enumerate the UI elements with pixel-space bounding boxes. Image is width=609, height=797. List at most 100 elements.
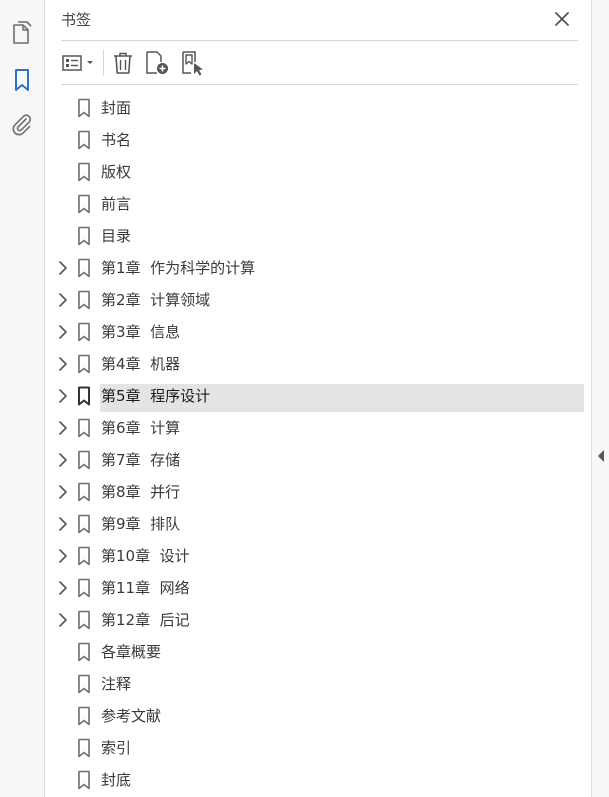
bookmark-item[interactable]: 第9章 排队 (46, 508, 591, 540)
bookmark-item[interactable]: 第6章 计算 (46, 412, 591, 444)
bookmark-label: 第3章 信息 (101, 323, 181, 341)
chevron-right-icon[interactable] (56, 356, 70, 372)
delete-bookmark-button[interactable] (111, 49, 135, 77)
pages-icon[interactable] (8, 19, 36, 47)
bookmark-item[interactable]: 第3章 信息 (46, 316, 591, 348)
bookmark-item[interactable]: 封面 (46, 92, 591, 124)
panel-title: 书签 (61, 11, 92, 29)
bookmark-icon (77, 674, 91, 694)
bookmark-icon (77, 450, 91, 470)
options-menu-button[interactable] (60, 49, 98, 77)
bookmark-icon (77, 578, 91, 598)
find-current-bookmark-icon (182, 51, 203, 76)
bookmark-list: 封面书名版权前言目录第1章 作为科学的计算 第2章 计算领域 第3章 信息 第4章 机… (46, 92, 591, 796)
close-panel-button[interactable] (552, 9, 572, 29)
find-current-bookmark-button[interactable] (180, 49, 206, 77)
bookmark-label: 注释 (101, 675, 132, 693)
bookmark-label: 目录 (101, 227, 132, 245)
bookmark-icon (77, 642, 91, 662)
bookmark-icon (77, 738, 91, 758)
options-menu-icon (62, 55, 93, 71)
bookmark-label: 前言 (101, 195, 132, 213)
bookmark-label: 索引 (101, 739, 132, 757)
bookmark-icon (77, 354, 91, 374)
bookmark-icon (77, 322, 91, 342)
chevron-right-icon[interactable] (56, 484, 70, 500)
bookmark-label: 第11章 网络 (101, 579, 190, 597)
bookmark-item[interactable]: 前言 (46, 188, 591, 220)
chevron-right-icon[interactable] (56, 580, 70, 596)
bookmark-icon (77, 130, 91, 150)
bookmark-item[interactable]: 第10章 设计 (46, 540, 591, 572)
caret-left-icon (598, 450, 604, 462)
toolbar-divider (103, 50, 104, 76)
bookmark-item[interactable]: 参考文献 (46, 700, 591, 732)
chevron-right-icon[interactable] (56, 260, 70, 276)
bookmark-item[interactable]: 封底 (46, 764, 591, 796)
bookmark-icon (77, 98, 91, 118)
bookmark-label: 封底 (101, 771, 132, 789)
right-panel-strip (591, 0, 609, 797)
bookmark-item[interactable]: 目录 (46, 220, 591, 252)
chevron-right-icon[interactable] (56, 324, 70, 340)
bookmark-item[interactable]: 书名 (46, 124, 591, 156)
bookmark-icon (77, 770, 91, 790)
bookmark-item[interactable]: 版权 (46, 156, 591, 188)
bookmark-label: 第10章 设计 (101, 547, 190, 565)
bookmark-label: 第9章 排队 (101, 515, 181, 533)
bookmark-label: 第6章 计算 (101, 419, 181, 437)
bookmarks-icon[interactable] (8, 66, 36, 94)
chevron-right-icon[interactable] (56, 388, 70, 404)
delete-bookmark-icon (114, 52, 132, 74)
chevron-right-icon[interactable] (56, 292, 70, 308)
header-divider (61, 40, 578, 41)
bookmark-label: 各章概要 (101, 643, 162, 661)
close-icon (555, 12, 569, 26)
new-bookmark-button[interactable] (144, 49, 170, 77)
bookmark-icon (77, 706, 91, 726)
bookmark-icon (77, 482, 91, 502)
bookmark-label: 第2章 计算领域 (101, 291, 211, 309)
chevron-right-icon[interactable] (56, 548, 70, 564)
chevron-right-icon[interactable] (56, 420, 70, 436)
bookmark-label: 参考文献 (101, 707, 162, 725)
bookmark-icon (77, 610, 91, 630)
bookmark-item[interactable]: 第2章 计算领域 (46, 284, 591, 316)
bookmark-icon (77, 418, 91, 438)
bookmark-icon (77, 290, 91, 310)
bookmark-icon (77, 194, 91, 214)
chevron-right-icon[interactable] (56, 612, 70, 628)
bookmark-item[interactable]: 第7章 存储 (46, 444, 591, 476)
collapse-panel-button[interactable] (596, 449, 606, 463)
bookmark-label: 第1章 作为科学的计算 (101, 259, 256, 277)
bookmark-item[interactable]: 第8章 并行 (46, 476, 591, 508)
bookmark-icon (77, 226, 91, 246)
bookmark-item[interactable]: 第4章 机器 (46, 348, 591, 380)
side-rail (0, 0, 45, 797)
bookmark-label: 第7章 存储 (101, 451, 181, 469)
bookmark-item[interactable]: 索引 (46, 732, 591, 764)
bookmark-label: 第12章 后记 (101, 611, 190, 629)
attachments-icon[interactable] (8, 111, 36, 139)
chevron-right-icon[interactable] (56, 516, 70, 532)
bookmark-label: 封面 (101, 99, 132, 117)
bookmark-item[interactable]: 注释 (46, 668, 591, 700)
bookmark-item[interactable]: 第1章 作为科学的计算 (46, 252, 591, 284)
bookmark-item[interactable]: 第11章 网络 (46, 572, 591, 604)
bookmark-icon (77, 514, 91, 534)
bookmark-label: 书名 (101, 131, 132, 149)
bookmark-icon (77, 162, 91, 182)
bookmark-label: 第4章 机器 (101, 355, 181, 373)
toolbar-divider-bottom (61, 84, 578, 85)
bookmark-label: 第5章 程序设计 (101, 387, 211, 405)
chevron-right-icon[interactable] (56, 452, 70, 468)
bookmark-label: 版权 (101, 163, 132, 181)
bookmark-icon (77, 258, 91, 278)
bookmarks-panel: 书签 封面 书名 版权 前言 目录 第1章 作为科学的计算 第2章 计算领域 第… (46, 0, 591, 797)
bookmark-item[interactable]: 各章概要 (46, 636, 591, 668)
bookmark-icon (77, 386, 91, 406)
bookmark-icon (77, 546, 91, 566)
new-bookmark-icon (146, 51, 168, 74)
bookmark-item[interactable]: 第12章 后记 (46, 604, 591, 636)
bookmark-item[interactable]: 第5章 程序设计 (46, 380, 591, 412)
